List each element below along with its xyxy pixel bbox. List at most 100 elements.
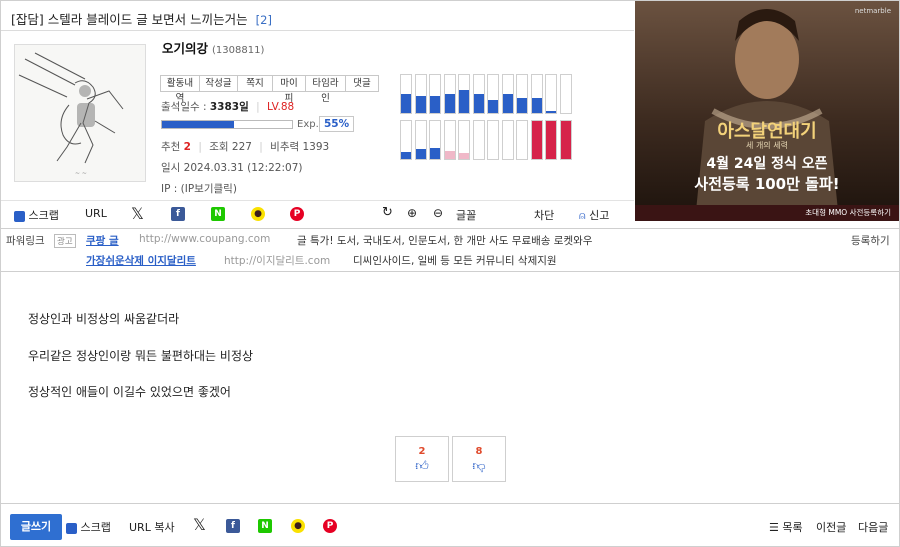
- exp-label: Exp.: [297, 119, 319, 130]
- list-label: 목록: [782, 521, 803, 534]
- next-post-button[interactable]: 다음글: [858, 519, 888, 535]
- x-share-icon[interactable]: 𝕏: [193, 515, 206, 534]
- tab-mypi[interactable]: 마이피: [272, 75, 306, 104]
- post-body-line: 정상인과 비정상의 싸움같더라: [28, 312, 180, 326]
- post-body-line: 정상적인 애들이 이길수 있었으면 좋겠어: [28, 385, 231, 399]
- activity-chart-cell: [545, 120, 557, 160]
- author-avatar[interactable]: ~ ~: [14, 44, 146, 182]
- divider: |: [259, 141, 263, 153]
- activity-chart-cell: [501, 120, 514, 160]
- activity-chart-cell: [443, 120, 456, 160]
- activity-chart-cell: [559, 74, 572, 114]
- power-link-item-desc[interactable]: 글 특가! 도서, 국내도서, 인문도서, 한 개만 사도 무료배송 로켓와우: [297, 233, 592, 248]
- activity-chart-bar: [430, 148, 440, 159]
- power-link-item-title[interactable]: 가장쉬운삭제 이지달리트: [86, 253, 196, 268]
- prev-post-button[interactable]: 이전글: [816, 519, 846, 535]
- ad-brand: netmarble: [854, 7, 891, 15]
- upvote-button[interactable]: 2 👍︎: [395, 436, 449, 482]
- activity-chart-cell: [414, 74, 427, 114]
- nickname-text[interactable]: 오기의강: [162, 41, 208, 56]
- power-link-item-url[interactable]: http://www.coupang.com: [139, 233, 270, 245]
- tab-comments[interactable]: 댓글: [345, 75, 379, 92]
- pinterest-share-button[interactable]: P: [323, 519, 337, 533]
- activity-chart-cell: [400, 74, 412, 114]
- ad-line1: 4월 24일 정식 오픈: [706, 156, 828, 172]
- url-copy-button[interactable]: URL 복사: [129, 519, 175, 535]
- nonrec-count: 1393: [302, 141, 330, 153]
- facebook-icon: f: [226, 519, 240, 533]
- author-tabs: 활동내역 작성글 쪽지 마이피 타임라인 댓글: [160, 75, 379, 104]
- tab-posts[interactable]: 작성글: [199, 75, 238, 92]
- downvote-count: 8: [475, 446, 483, 457]
- list-button[interactable]: ☰ 목록: [769, 519, 803, 535]
- activity-chart-cell: [487, 74, 499, 114]
- activity-chart-cell: [545, 74, 557, 114]
- font-button[interactable]: 글꼴: [456, 207, 476, 223]
- activity-chart-bar: [401, 152, 411, 159]
- activity-chart-bar: [459, 153, 469, 159]
- level-badge: LV.88: [266, 101, 295, 113]
- post-date-row: 일시 2024.03.31 (12:22:07): [161, 160, 302, 175]
- pinterest-share-button[interactable]: P: [290, 207, 304, 221]
- activity-chart-bar: [415, 96, 426, 113]
- kakaotalk-icon: ●: [251, 207, 265, 221]
- naver-icon: N: [258, 519, 272, 533]
- zoom-in-icon[interactable]: ⊕: [407, 206, 417, 220]
- comment-count[interactable]: [2]: [256, 13, 272, 27]
- activity-chart-cell: [487, 120, 499, 160]
- ip-link[interactable]: (IP보기클릭): [181, 183, 237, 195]
- upvote-count: 2: [418, 446, 426, 457]
- block-button[interactable]: 차단: [534, 207, 554, 223]
- post-footer-bar: 글쓰기 스크랩 URL 복사 𝕏 f N ● P ☰ 목록 이전글 다음글: [1, 503, 899, 546]
- divider: |: [198, 141, 202, 153]
- ad-subheadline: 세 개의 세력: [746, 141, 788, 150]
- author-nickname[interactable]: 오기의강 (1308811): [162, 38, 264, 57]
- kakao-share-button[interactable]: ●: [251, 207, 265, 221]
- facebook-share-button[interactable]: f: [226, 519, 240, 533]
- refresh-icon[interactable]: ↻: [382, 205, 393, 220]
- activity-chart-cell: [414, 120, 427, 160]
- ad-banner[interactable]: netmarble 아스달연대기 세 개의 세력 4월 24일 정식 오픈 사전…: [635, 1, 899, 221]
- activity-chart-cell: [458, 74, 470, 114]
- ad-line2: 사전등록 100만 돌파!: [694, 175, 840, 193]
- url-button[interactable]: URL: [85, 207, 107, 220]
- ip-label: IP :: [161, 183, 178, 195]
- activity-chart-bar: [560, 121, 571, 159]
- activity-chart-cell: [458, 120, 470, 160]
- activity-chart-bar: [546, 111, 556, 113]
- write-button[interactable]: 글쓰기: [10, 514, 62, 540]
- tab-message[interactable]: 쪽지: [237, 75, 273, 92]
- activity-chart-cell: [400, 120, 412, 160]
- activity-chart-bar: [444, 151, 455, 159]
- recommend-count: 2: [183, 141, 191, 153]
- date-label: 일시: [161, 162, 181, 174]
- power-link-ad: 파워링크 광고 쿠팡 글 http://www.coupang.com 글 특가…: [1, 228, 899, 272]
- naver-share-button[interactable]: N: [211, 207, 225, 221]
- post-body-line: 우리같은 정상인이랑 뭐든 불편하대는 비정상: [28, 349, 254, 363]
- kakao-share-button[interactable]: ●: [291, 519, 305, 533]
- naver-icon: N: [211, 207, 225, 221]
- downvote-button[interactable]: 8 👎︎: [452, 436, 506, 482]
- tab-activity[interactable]: 활동내역: [160, 75, 200, 104]
- naver-share-button[interactable]: N: [258, 519, 272, 533]
- power-link-item-title[interactable]: 쿠팡 글: [86, 233, 119, 248]
- report-button[interactable]: ⍝ 신고: [579, 207, 609, 223]
- activity-chart-bar: [531, 121, 542, 159]
- register-button[interactable]: 등록하기: [851, 233, 890, 248]
- exp-percent: 55%: [319, 116, 355, 132]
- attendance-row: 출석일수 : 3383일 | LV.88: [161, 99, 294, 114]
- scrap-button[interactable]: 스크랩: [14, 207, 59, 223]
- activity-chart-bar: [517, 98, 527, 113]
- facebook-share-button[interactable]: f: [171, 207, 185, 221]
- activity-chart-bar: [459, 90, 469, 113]
- views-count: 227: [231, 141, 252, 153]
- activity-chart-cell: [472, 74, 485, 114]
- tab-timeline[interactable]: 타임라인: [305, 75, 346, 104]
- thumbs-down-icon: 👎︎: [472, 459, 486, 474]
- x-share-icon[interactable]: 𝕏: [131, 204, 144, 223]
- power-link-item-desc[interactable]: 디씨인사이드, 일베 등 모든 커뮤니티 삭제지원: [353, 253, 557, 268]
- zoom-out-icon[interactable]: ⊖: [433, 206, 443, 220]
- power-link-item-url[interactable]: http://이지달리트.com: [224, 253, 330, 268]
- activity-chart-cell: [559, 120, 572, 160]
- scrap-button[interactable]: 스크랩: [66, 519, 111, 535]
